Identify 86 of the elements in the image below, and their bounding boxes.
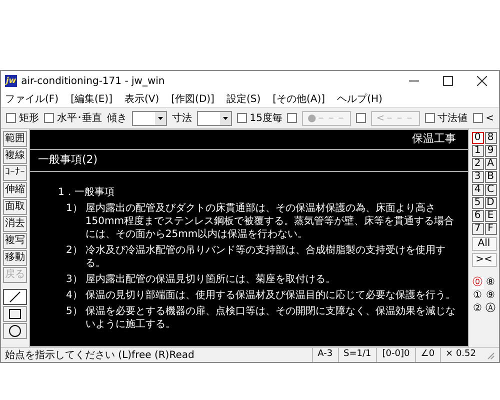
layer-button[interactable]: 3	[472, 171, 484, 183]
layer-group-button[interactable]: ⑨	[484, 290, 496, 302]
circle-tool-icon	[9, 325, 21, 337]
item-text: 保温を必要とする機器の扉、点検口等は、その開閉に支障なく、保温効果を減じないように施工する。	[85, 305, 456, 331]
layer-button[interactable]: 7	[472, 223, 484, 235]
checkbox-label: 矩形	[19, 112, 39, 126]
item-number: 1）	[66, 202, 82, 216]
layer-group-button[interactable]: ⓪	[472, 277, 484, 289]
status-cell: A-3	[312, 348, 338, 362]
maximize-icon[interactable]	[443, 76, 453, 86]
checkbox[interactable]	[6, 113, 16, 123]
drawing-title: 一般事項(2)	[38, 152, 98, 168]
layer-group-button[interactable]: ①	[472, 290, 484, 302]
draw-tool-button[interactable]	[3, 323, 27, 339]
tool-button[interactable]: 複線	[3, 148, 27, 164]
layer-button[interactable]: A	[484, 158, 496, 170]
app-logo: jw	[5, 75, 18, 87]
layer-button[interactable]: 4	[472, 184, 484, 196]
item-text: 冷水及び冷温水配管の吊りバンド等の支持部は、合成樹脂製の支持受けを使用する。	[85, 244, 446, 270]
item-text: 屋内露出配管の保温見切り箇所には、菊座を取付ける。	[85, 273, 336, 286]
checkbox[interactable]	[44, 113, 54, 123]
tool-button[interactable]: 移動	[3, 250, 27, 266]
layer-button[interactable]: 9	[484, 145, 496, 157]
combo-box[interactable]	[132, 110, 167, 126]
checkbox[interactable]	[472, 113, 483, 123]
item-number: 5）	[66, 305, 82, 319]
checkbox[interactable]	[424, 113, 435, 123]
section-heading: 1．一般事項	[58, 186, 116, 199]
drawing-canvas[interactable]	[29, 129, 469, 347]
field-label: 傾き	[107, 112, 127, 126]
layer-button[interactable]: F	[484, 223, 496, 235]
layer-button[interactable]: 5	[472, 197, 484, 209]
item-number: 4）	[66, 289, 82, 302]
layer-button[interactable]: 0	[472, 132, 484, 144]
drawing-header: 保温工事	[412, 131, 456, 148]
item-number: 2）	[66, 244, 82, 258]
layer-button[interactable]: E	[484, 210, 496, 222]
layer-button[interactable]: 1	[472, 145, 484, 157]
status-cell: × 0.52	[440, 348, 481, 362]
tool-button[interactable]: 伸縮	[3, 182, 27, 198]
menu-item[interactable]: [作図(D)]	[171, 92, 214, 106]
tool-button[interactable]: 複写	[3, 233, 27, 249]
tool-button[interactable]: ｺｰﾅｰ	[3, 165, 27, 181]
item-number: 3）	[66, 273, 82, 286]
menu-item[interactable]: 設定(S)	[226, 92, 261, 106]
menu-item[interactable]: ヘルプ(H)	[337, 92, 382, 106]
checkbox-label: 15度毎	[250, 112, 282, 126]
checkbox[interactable]	[236, 113, 247, 123]
menu-item[interactable]: [その他(A)]	[272, 92, 326, 106]
checkbox[interactable]	[287, 113, 298, 123]
status-cell: ∠0	[414, 348, 440, 362]
tool-button[interactable]: 消去	[3, 216, 27, 232]
status-cell: S=1/1	[338, 348, 376, 362]
item-text: 屋内露出の配管及びダクトの床貫通部は、その保温材保護の為、床面より高さ150mm程度までステンレス鋼板で被覆する。蒸気管等が壁、床等を貫通する場合には、その面から25mm以内は保温を行わない。	[85, 202, 455, 241]
menu-item[interactable]: [編集(E)]	[70, 92, 112, 106]
checkbox[interactable]	[356, 113, 366, 123]
layer-group-button[interactable]: ⑧	[484, 277, 496, 289]
status-cell: [0-0]0	[376, 348, 415, 362]
item-text: 保温の見切り部端面は、使用する保温材及び保温目的に応じて必要な保護を行う。	[85, 289, 456, 302]
menu-item[interactable]: ファイル(F)	[5, 92, 59, 106]
close-icon[interactable]	[477, 76, 487, 86]
draw-tool-button[interactable]	[3, 289, 27, 305]
window-title: air-conditioning-171 - jw_win	[21, 74, 166, 88]
layer-button[interactable]: C	[484, 184, 496, 196]
combo-box[interactable]	[196, 110, 232, 126]
checkbox-label: 水平･垂直	[57, 112, 102, 126]
layer-button[interactable]: B	[484, 171, 496, 183]
layer-group-button[interactable]: ②	[472, 303, 484, 315]
field-label: 寸法	[172, 112, 192, 126]
checkbox-label: <	[486, 112, 494, 126]
status-message: 始点を指示してください (L)free (R)Read	[5, 348, 196, 362]
layer-button[interactable]: D	[484, 197, 496, 209]
layer-group-button[interactable]: Ⓐ	[484, 303, 496, 315]
layer-button[interactable]: 2	[472, 158, 484, 170]
layer-mode-button[interactable]: All	[472, 237, 496, 251]
layer-button[interactable]: 8	[484, 132, 496, 144]
rectangle-tool-icon	[9, 309, 21, 319]
tool-button[interactable]: 範囲	[3, 131, 27, 147]
draw-tool-button[interactable]	[3, 306, 27, 322]
line-tool-icon	[9, 291, 21, 303]
resize-grip-icon[interactable]	[485, 350, 495, 360]
checkbox-label: 寸法値	[438, 112, 468, 126]
tool-button[interactable]: 面取	[3, 199, 27, 215]
layer-button[interactable]: 6	[472, 210, 484, 222]
layer-mode-button[interactable]: ><	[472, 253, 496, 267]
menu-item[interactable]: 表示(V)	[124, 92, 160, 106]
